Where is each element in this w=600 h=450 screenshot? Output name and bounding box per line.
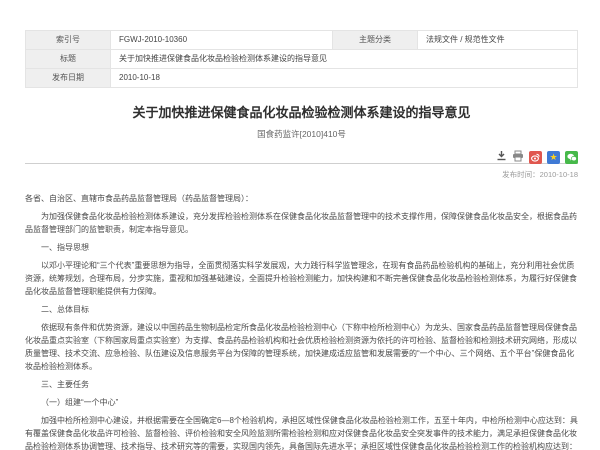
table-row: 发布日期 2010-10-18: [26, 69, 578, 88]
publish-date-value: 2010-10-18: [111, 69, 578, 88]
section-heading-3: 三、主要任务: [25, 378, 578, 391]
publish-date-label: 发布日期: [26, 69, 111, 88]
publish-time: 发布时间：2010-10-18: [25, 169, 578, 180]
document-meta-table: 索引号 FGWJ-2010-10360 主题分类 法规文件 / 规范性文件 标题…: [25, 30, 578, 88]
download-icon[interactable]: [495, 150, 507, 162]
subsection-heading-1: （一）组建“一个中心”: [25, 396, 578, 409]
star-icon: ★: [549, 153, 557, 162]
table-row: 索引号 FGWJ-2010-10360 主题分类 法规文件 / 规范性文件: [26, 31, 578, 50]
document-page: 索引号 FGWJ-2010-10360 主题分类 法规文件 / 规范性文件 标题…: [0, 0, 600, 450]
paragraph-main-task: 加强中检所检测中心建设，并根据需要在全国确定6—8个检验机构，承担区域性保健食品…: [25, 414, 578, 450]
section-heading-1: 一、指导思想: [25, 241, 578, 254]
category-value: 法规文件 / 规范性文件: [418, 31, 578, 50]
document-number: 国食药监许[2010]410号: [25, 128, 578, 140]
section-heading-2: 二、总体目标: [25, 303, 578, 316]
category-label: 主题分类: [333, 31, 418, 50]
wechat-share-icon[interactable]: [565, 151, 578, 164]
qzone-share-icon[interactable]: ★: [547, 151, 560, 164]
toolbar: ★: [25, 148, 578, 164]
weibo-share-icon[interactable]: [529, 151, 542, 164]
paragraph-intro: 为加强保健食品化妆品检验检测体系建设，充分发挥检验检测体系在保健食品化妆品监督管…: [25, 210, 578, 236]
table-row: 标题 关于加快推进保健食品化妆品检验检测体系建设的指导意见: [26, 50, 578, 69]
paragraph-overall-goal: 依据现有条件和优势资源，建设以中国药品生物制品检定所食品化妆品检验检测中心（下称…: [25, 321, 578, 373]
index-number-label: 索引号: [26, 31, 111, 50]
title-label: 标题: [26, 50, 111, 69]
page-title: 关于加快推进保健食品化妆品检验检测体系建设的指导意见: [25, 102, 578, 121]
paragraph-salutation: 各省、自治区、直辖市食品药品监督管理局（药品监督管理局）：: [25, 192, 578, 205]
paragraph-guiding-ideology: 以邓小平理论和“三个代表”重要思想为指导，全面贯彻落实科学发展观，大力践行科学监…: [25, 259, 578, 298]
article-body: 各省、自治区、直辖市食品药品监督管理局（药品监督管理局）： 为加强保健食品化妆品…: [25, 192, 578, 450]
title-value: 关于加快推进保健食品化妆品检验检测体系建设的指导意见: [111, 50, 578, 69]
print-icon[interactable]: [512, 150, 524, 162]
index-number-value: FGWJ-2010-10360: [111, 31, 333, 50]
